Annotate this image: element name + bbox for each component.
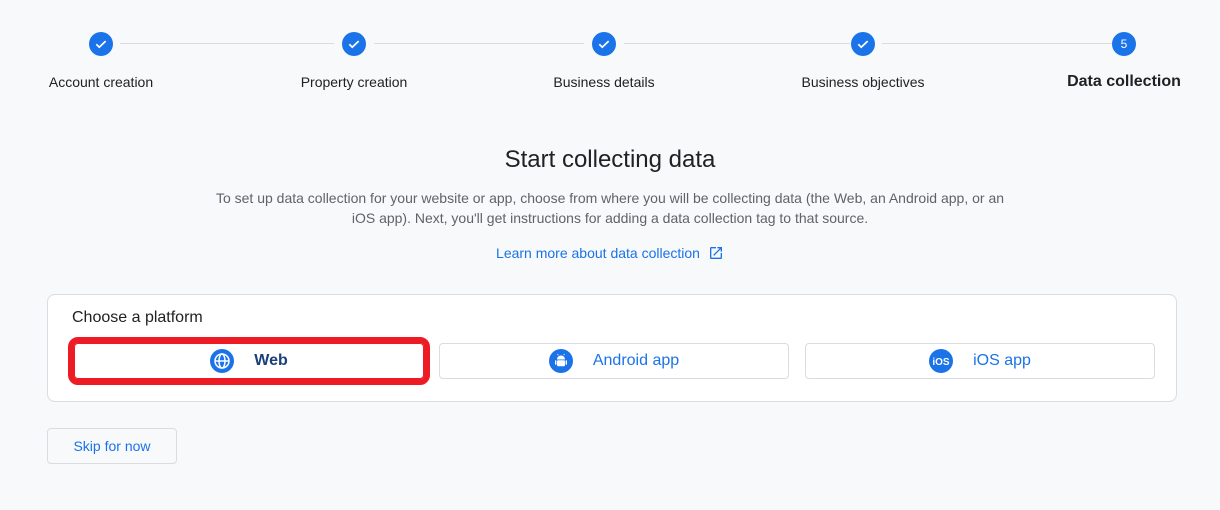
step-5-number-badge: 5 (1112, 32, 1136, 56)
android-platform-label: Android app (592, 352, 680, 369)
step-label-data-collection: Data collection (1067, 73, 1181, 90)
skip-for-now-button[interactable]: Skip for now (47, 428, 177, 464)
learn-more-link[interactable]: Learn more about data collection (496, 245, 724, 261)
external-link-icon (709, 247, 722, 259)
ios-platform-button[interactable]: iOS iOS app (805, 343, 1155, 379)
svg-text:iOS: iOS (932, 357, 950, 368)
step-connector (624, 43, 850, 44)
step-connector (120, 43, 334, 44)
ios-icon: iOS (929, 349, 954, 373)
web-platform-button[interactable]: Web (68, 337, 430, 385)
step-label-business-details: Business details (553, 74, 655, 90)
step-4-check-icon (851, 32, 875, 56)
step-3-check-icon (592, 32, 616, 56)
step-1-check-icon (89, 32, 113, 56)
page-description: To set up data collection for your websi… (215, 190, 1005, 226)
step-label-property-creation: Property creation (300, 74, 408, 90)
step-label-business-objectives: Business objectives (801, 74, 925, 90)
learn-more-row: Learn more about data collection (0, 245, 1220, 261)
android-icon (548, 349, 573, 373)
step-connector (882, 43, 1112, 44)
choose-platform-heading: Choose a platform (72, 309, 203, 326)
choose-platform-card: Choose a platform Web Android app iOS iO… (47, 294, 1177, 402)
step-label-account-creation: Account creation (48, 74, 154, 90)
step-connector (374, 43, 584, 44)
learn-more-label: Learn more about data collection (496, 245, 700, 261)
setup-stepper: 5 Account creation Property creation Bus… (0, 0, 1220, 100)
android-platform-button[interactable]: Android app (439, 343, 789, 379)
page-title: Start collecting data (504, 146, 716, 173)
globe-icon (210, 349, 235, 373)
web-platform-label: Web (254, 352, 288, 369)
step-2-check-icon (342, 32, 366, 56)
ios-platform-label: iOS app (973, 352, 1031, 369)
